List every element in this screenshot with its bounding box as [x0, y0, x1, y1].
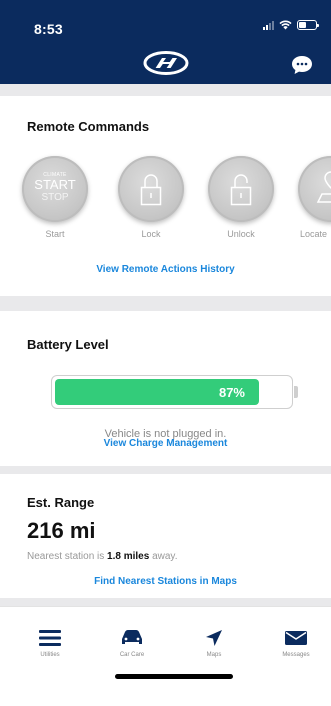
find-stations-link[interactable]: Find Nearest Stations in Maps	[0, 576, 331, 587]
battery-title: Battery Level	[27, 337, 109, 352]
dashboard-content[interactable]: Remote Commands CLIMATE START STOP Start…	[0, 84, 331, 606]
remote-commands-card: Remote Commands CLIMATE START STOP Start…	[0, 96, 331, 296]
start-button[interactable]: CLIMATE START STOP	[22, 156, 88, 222]
status-time: 8:53	[34, 21, 63, 37]
nearest-prefix: Nearest station is	[27, 551, 108, 562]
status-icons	[263, 20, 319, 30]
unlock-label: Unlock	[227, 229, 255, 239]
range-card: Est. Range 216 mi Nearest station is 1.8…	[0, 474, 331, 598]
battery-card: Battery Level 87% Vehicle is not plugged…	[0, 311, 331, 466]
nav-utilities[interactable]: Utilities	[20, 629, 80, 658]
car-icon	[122, 630, 142, 644]
chat-bubble-icon[interactable]	[291, 55, 313, 75]
battery-status-icon	[297, 20, 319, 30]
nav-messages-label: Messages	[282, 652, 310, 658]
locate-button[interactable]	[298, 156, 331, 222]
view-remote-history-link[interactable]: View Remote Actions History	[0, 264, 331, 275]
view-charge-management-link[interactable]: View Charge Management	[0, 438, 331, 449]
start-label: Start	[45, 229, 65, 239]
wifi-icon	[279, 20, 292, 30]
bottom-nav: Utilities Car Care Maps Messages	[0, 606, 331, 706]
unlock-icon	[230, 174, 252, 206]
nav-car-care[interactable]: Car Care	[102, 629, 162, 658]
locate-car-icon	[316, 171, 331, 203]
app-header: 8:53	[0, 0, 331, 84]
battery-percent: 87%	[218, 385, 245, 400]
hamburger-icon	[39, 630, 61, 646]
lock-icon	[140, 174, 162, 206]
nav-utilities-label: Utilities	[40, 652, 60, 658]
unlock-command[interactable]: Unlock	[208, 156, 274, 239]
range-title: Est. Range	[27, 495, 95, 510]
stop-text: STOP	[41, 192, 69, 203]
battery-level-fill: 87%	[55, 379, 259, 405]
hyundai-logo[interactable]	[143, 51, 189, 75]
navigation-arrow-icon	[206, 630, 222, 646]
start-command[interactable]: CLIMATE START STOP Start	[22, 156, 88, 239]
range-value: 216 mi	[27, 518, 96, 543]
home-indicator[interactable]	[115, 674, 233, 679]
nav-maps-label: Maps	[206, 652, 222, 658]
nav-maps[interactable]: Maps	[184, 629, 244, 658]
nearest-distance: 1.8 miles	[107, 551, 150, 562]
lock-button[interactable]	[118, 156, 184, 222]
lock-command[interactable]: Lock	[118, 156, 184, 239]
lock-label: Lock	[141, 229, 161, 239]
remote-commands-title: Remote Commands	[27, 119, 150, 134]
unlock-button[interactable]	[208, 156, 274, 222]
nav-messages[interactable]: Messages	[266, 629, 326, 658]
nearest-suffix: away.	[149, 551, 178, 562]
nav-car-care-label: Car Care	[119, 652, 145, 658]
start-text: START	[34, 177, 76, 192]
signal-icon	[263, 20, 274, 30]
envelope-icon	[285, 631, 307, 645]
battery-level-bar: 87%	[51, 375, 298, 409]
locate-label: Locate	[300, 229, 328, 239]
locate-command[interactable]: Locate	[298, 156, 331, 239]
nearest-station-text: Nearest station is 1.8 miles away.	[27, 551, 177, 562]
